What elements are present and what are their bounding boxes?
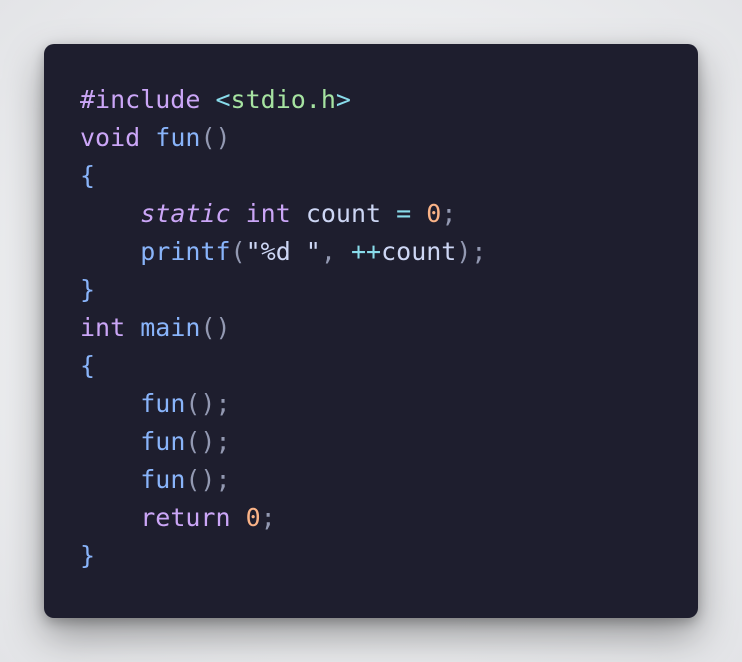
- open-brace: {: [80, 351, 96, 380]
- semicolon: ;: [215, 427, 231, 456]
- number-literal: 0: [245, 503, 261, 532]
- angle-open: <: [215, 85, 231, 114]
- semicolon: ;: [471, 237, 487, 266]
- parens: (): [185, 465, 216, 494]
- parens: (): [185, 427, 216, 456]
- include-directive: #include: [80, 85, 201, 114]
- angle-close: >: [335, 85, 351, 114]
- code-line-2: void fun(): [80, 119, 486, 157]
- function-name: main: [140, 313, 201, 342]
- call-name: fun: [140, 389, 186, 418]
- open-brace: {: [80, 161, 96, 190]
- function-name: fun: [155, 123, 201, 152]
- parens: (): [200, 313, 231, 342]
- code-line-1: #include <stdio.h>: [80, 81, 486, 119]
- var-name: count: [305, 199, 382, 228]
- return-type: void: [80, 123, 141, 152]
- code-line-9: fun();: [80, 385, 486, 423]
- parens: (): [200, 123, 231, 152]
- header-name: stdio.h: [230, 85, 336, 114]
- call-name: fun: [140, 427, 186, 456]
- string-literal: "%d ": [245, 237, 321, 266]
- increment-op: ++: [350, 237, 382, 266]
- parens: (): [185, 389, 216, 418]
- semicolon: ;: [441, 199, 457, 228]
- code-line-4: static int count = 0;: [80, 195, 486, 233]
- semicolon: ;: [215, 389, 231, 418]
- call-name: fun: [140, 465, 186, 494]
- var-type: int: [245, 199, 291, 228]
- close-brace: }: [80, 541, 96, 570]
- close-brace: }: [80, 275, 96, 304]
- code-line-10: fun();: [80, 423, 486, 461]
- code-line-8: {: [80, 347, 486, 385]
- storage-keyword: static: [140, 199, 231, 228]
- code-window: #include <stdio.h> void fun(){ static int…: [44, 44, 698, 618]
- code-block: #include <stdio.h> void fun(){ static int…: [80, 81, 486, 575]
- code-line-5: printf("%d ", ++count);: [80, 233, 486, 271]
- var-name: count: [381, 237, 457, 266]
- paren-open: (: [230, 237, 246, 266]
- assign-op: =: [396, 199, 412, 228]
- code-line-13: }: [80, 537, 486, 575]
- return-keyword: return: [140, 503, 231, 532]
- call-name: printf: [140, 237, 231, 266]
- semicolon: ;: [260, 503, 276, 532]
- code-line-12: return 0;: [80, 499, 486, 537]
- number-literal: 0: [426, 199, 442, 228]
- return-type: int: [80, 313, 126, 342]
- code-line-6: }: [80, 271, 486, 309]
- code-line-11: fun();: [80, 461, 486, 499]
- semicolon: ;: [215, 465, 231, 494]
- code-line-7: int main(): [80, 309, 486, 347]
- comma: ,: [320, 237, 336, 266]
- paren-close: ): [456, 237, 472, 266]
- code-line-3: {: [80, 157, 486, 195]
